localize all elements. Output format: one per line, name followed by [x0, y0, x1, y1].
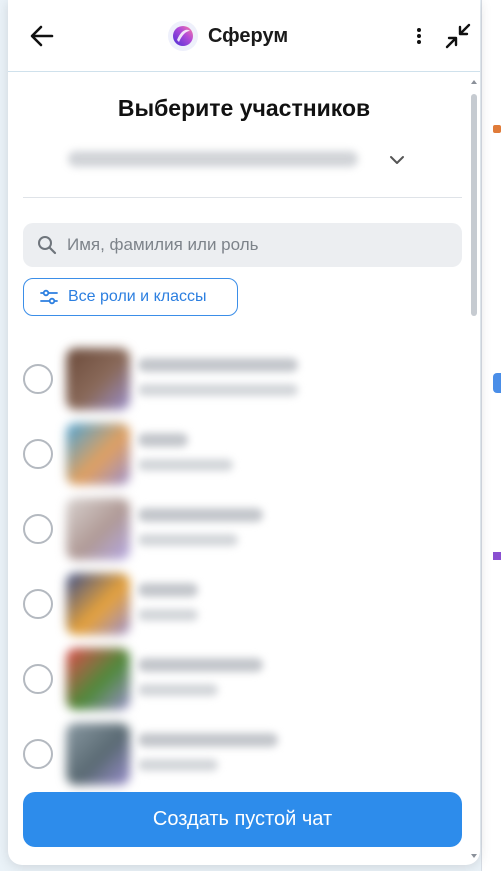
more-vertical-icon[interactable]: [408, 24, 430, 48]
participant-avatar: [66, 348, 130, 410]
search-icon: [38, 236, 57, 255]
scroll-down-arrow-icon[interactable]: [470, 852, 478, 860]
participant-avatar: [66, 723, 130, 785]
roles-filter-button[interactable]: Все роли и классы: [23, 278, 238, 316]
participant-role-redacted: [138, 534, 238, 546]
participant-role-redacted: [138, 684, 218, 696]
participant-radio[interactable]: [23, 439, 53, 469]
participant-avatar: [66, 648, 130, 710]
select-participants-panel: Сферум Выберите участников Имя, фамилия …: [8, 0, 480, 865]
background-badge: [493, 125, 501, 133]
minimize-icon[interactable]: [444, 22, 472, 50]
group-selector[interactable]: [68, 145, 408, 175]
participant-role-redacted: [138, 459, 233, 471]
roles-filter-label: Все роли и классы: [68, 288, 207, 305]
participant-radio[interactable]: [23, 589, 53, 619]
participant-row[interactable]: [8, 498, 480, 573]
scrollbar[interactable]: [470, 78, 478, 860]
group-name-redacted: [68, 151, 358, 167]
participant-avatar: [66, 573, 130, 635]
background-toggle: [493, 373, 501, 393]
create-empty-chat-button[interactable]: Создать пустой чат: [23, 792, 462, 847]
participant-radio[interactable]: [23, 514, 53, 544]
participant-name-redacted: [138, 358, 298, 372]
scroll-up-arrow-icon[interactable]: [470, 78, 478, 86]
participant-row[interactable]: [8, 423, 480, 498]
panel-header: Сферум: [8, 0, 480, 72]
participant-name-redacted: [138, 733, 278, 747]
participant-radio[interactable]: [23, 664, 53, 694]
participant-radio[interactable]: [23, 739, 53, 769]
app-name: Сферум: [208, 24, 289, 47]
participant-role-redacted: [138, 759, 218, 771]
app-title: Сферум: [168, 20, 288, 52]
participant-name-redacted: [138, 658, 263, 672]
participant-row[interactable]: [8, 648, 480, 723]
participant-name-redacted: [138, 433, 188, 447]
chevron-down-icon: [390, 156, 404, 164]
search-input[interactable]: [67, 235, 447, 255]
sferum-logo-icon: [168, 21, 198, 51]
scrollbar-thumb[interactable]: [471, 94, 477, 316]
search-field[interactable]: [23, 223, 462, 267]
participant-role-redacted: [138, 609, 198, 621]
participant-avatar: [66, 498, 130, 560]
panel-content: Выберите участников Все роли и классы: [8, 73, 480, 865]
create-empty-chat-label: Создать пустой чат: [152, 808, 333, 830]
participant-avatar: [66, 423, 130, 485]
participant-row[interactable]: [8, 573, 480, 648]
filter-sliders-icon: [40, 289, 58, 305]
participant-row[interactable]: [8, 348, 480, 423]
page-title: Выберите участников: [117, 95, 371, 121]
participant-name-redacted: [138, 508, 263, 522]
participant-name-redacted: [138, 583, 198, 597]
participant-role-redacted: [138, 384, 298, 396]
background-marker: [493, 552, 501, 560]
back-arrow-icon[interactable]: [28, 22, 56, 50]
participant-radio[interactable]: [23, 364, 53, 394]
participant-row[interactable]: [8, 723, 480, 798]
divider: [23, 197, 462, 198]
